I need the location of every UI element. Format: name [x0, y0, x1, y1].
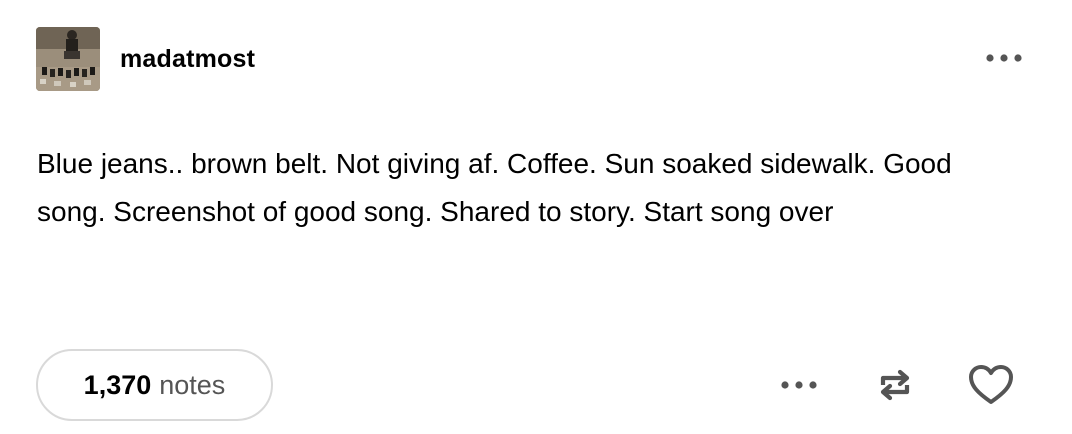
- ellipsis-icon: [781, 381, 817, 389]
- more-options-button[interactable]: [774, 360, 824, 410]
- notes-button[interactable]: 1,370 notes: [36, 349, 273, 421]
- post-card: madatmost Blue jeans.. brown belt. Not g…: [0, 0, 1072, 434]
- post-body: Blue jeans.. brown belt. Not giving af. …: [37, 148, 952, 227]
- notes-label: notes: [159, 369, 226, 400]
- avatar[interactable]: [36, 27, 100, 91]
- post-actions: [774, 360, 1016, 410]
- reblog-icon: [880, 369, 910, 401]
- ellipsis-icon: [986, 54, 1022, 62]
- notes-count: 1,370: [83, 369, 152, 400]
- post-header: madatmost: [36, 27, 1032, 91]
- header-more-button[interactable]: [984, 43, 1024, 73]
- like-button[interactable]: [966, 360, 1016, 410]
- avatar-image: [36, 27, 100, 91]
- heart-icon: [969, 365, 1013, 404]
- reblog-button[interactable]: [870, 360, 920, 410]
- username[interactable]: madatmost: [120, 45, 255, 74]
